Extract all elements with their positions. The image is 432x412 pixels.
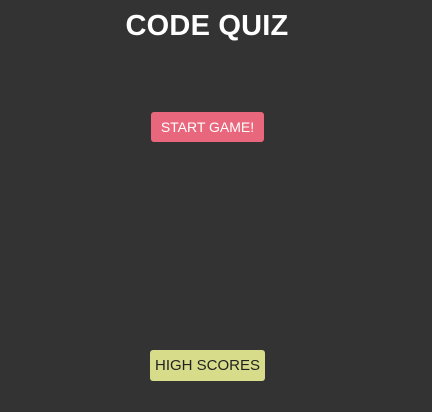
start-game-button[interactable]: START GAME! [151, 112, 264, 142]
high-scores-button[interactable]: HIGH SCORES [150, 350, 265, 381]
page-title: CODE QUIZ [125, 10, 289, 42]
